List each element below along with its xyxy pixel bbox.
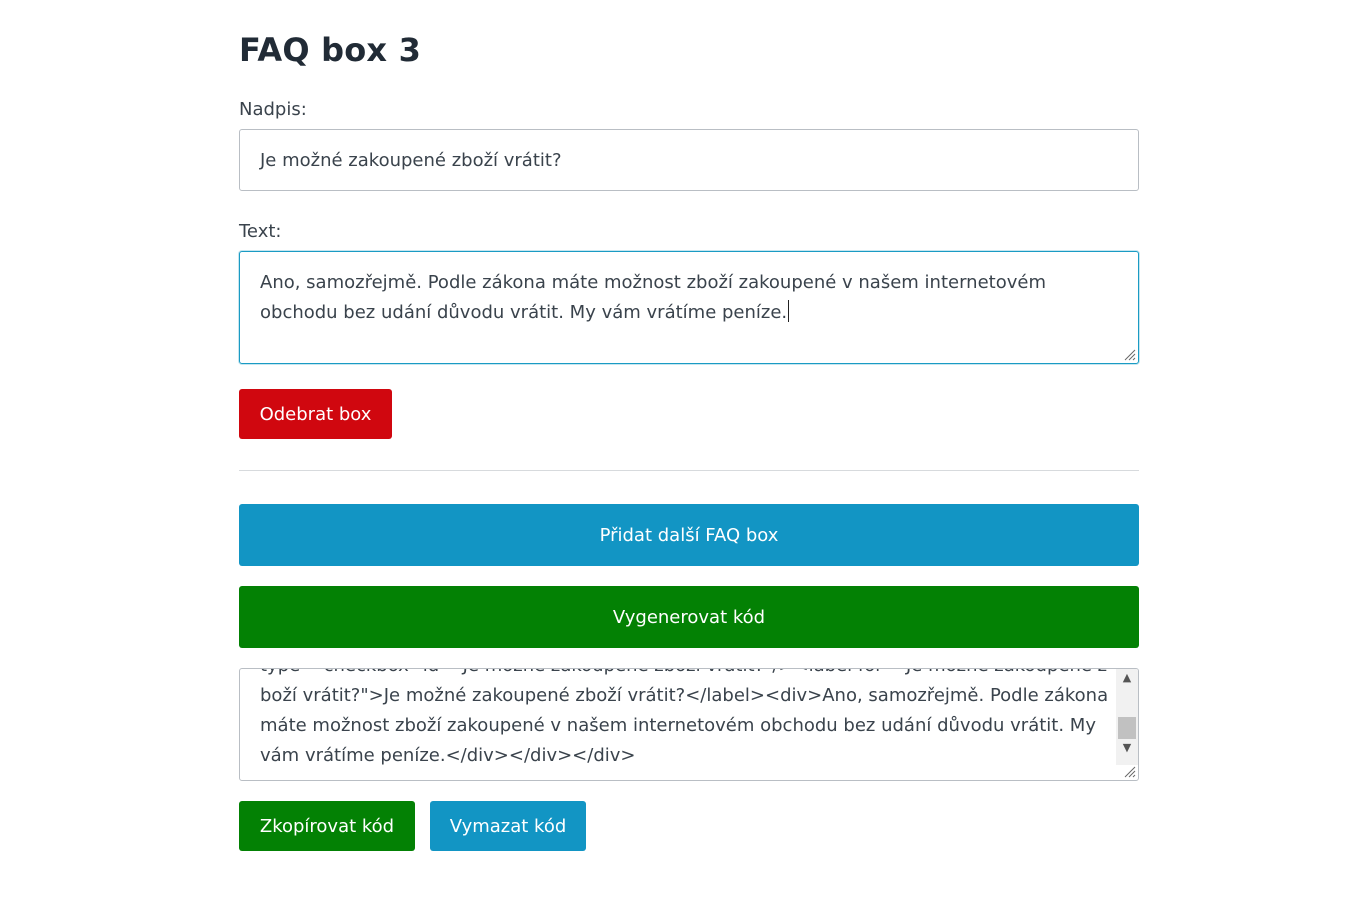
code-output-value: type="checkbox" id="Je možné zakoupené z… [260,669,1109,766]
code-output-textarea[interactable]: type="checkbox" id="Je možné zakoupené z… [239,668,1139,781]
generate-code-button[interactable]: Vygenerovat kód [239,586,1139,648]
resize-grip-icon[interactable] [1122,764,1136,778]
clear-code-button[interactable]: Vymazat kód [430,801,586,851]
scroll-thumb[interactable] [1118,717,1136,739]
text-label: Text: [239,221,282,242]
text-caret [788,300,790,322]
add-faq-box-button[interactable]: Přidat další FAQ box [239,504,1139,566]
page-title: FAQ box 3 [239,31,422,69]
text-textarea-value: Ano, samozřejmě. Podle zákona máte možno… [260,272,1046,323]
text-textarea[interactable]: Ano, samozřejmě. Podle zákona máte možno… [239,251,1139,364]
resize-grip-icon[interactable] [1122,347,1136,361]
chevron-up-icon[interactable]: ▲ [1116,669,1138,687]
copy-code-button[interactable]: Zkopírovat kód [239,801,415,851]
heading-label: Nadpis: [239,99,307,120]
divider [239,470,1139,471]
chevron-down-icon[interactable]: ▼ [1116,739,1138,757]
heading-input[interactable]: Je možné zakoupené zboží vrátit? [239,129,1139,191]
remove-box-button[interactable]: Odebrat box [239,389,392,439]
code-scrollbar[interactable]: ▲ ▼ [1116,669,1138,765]
